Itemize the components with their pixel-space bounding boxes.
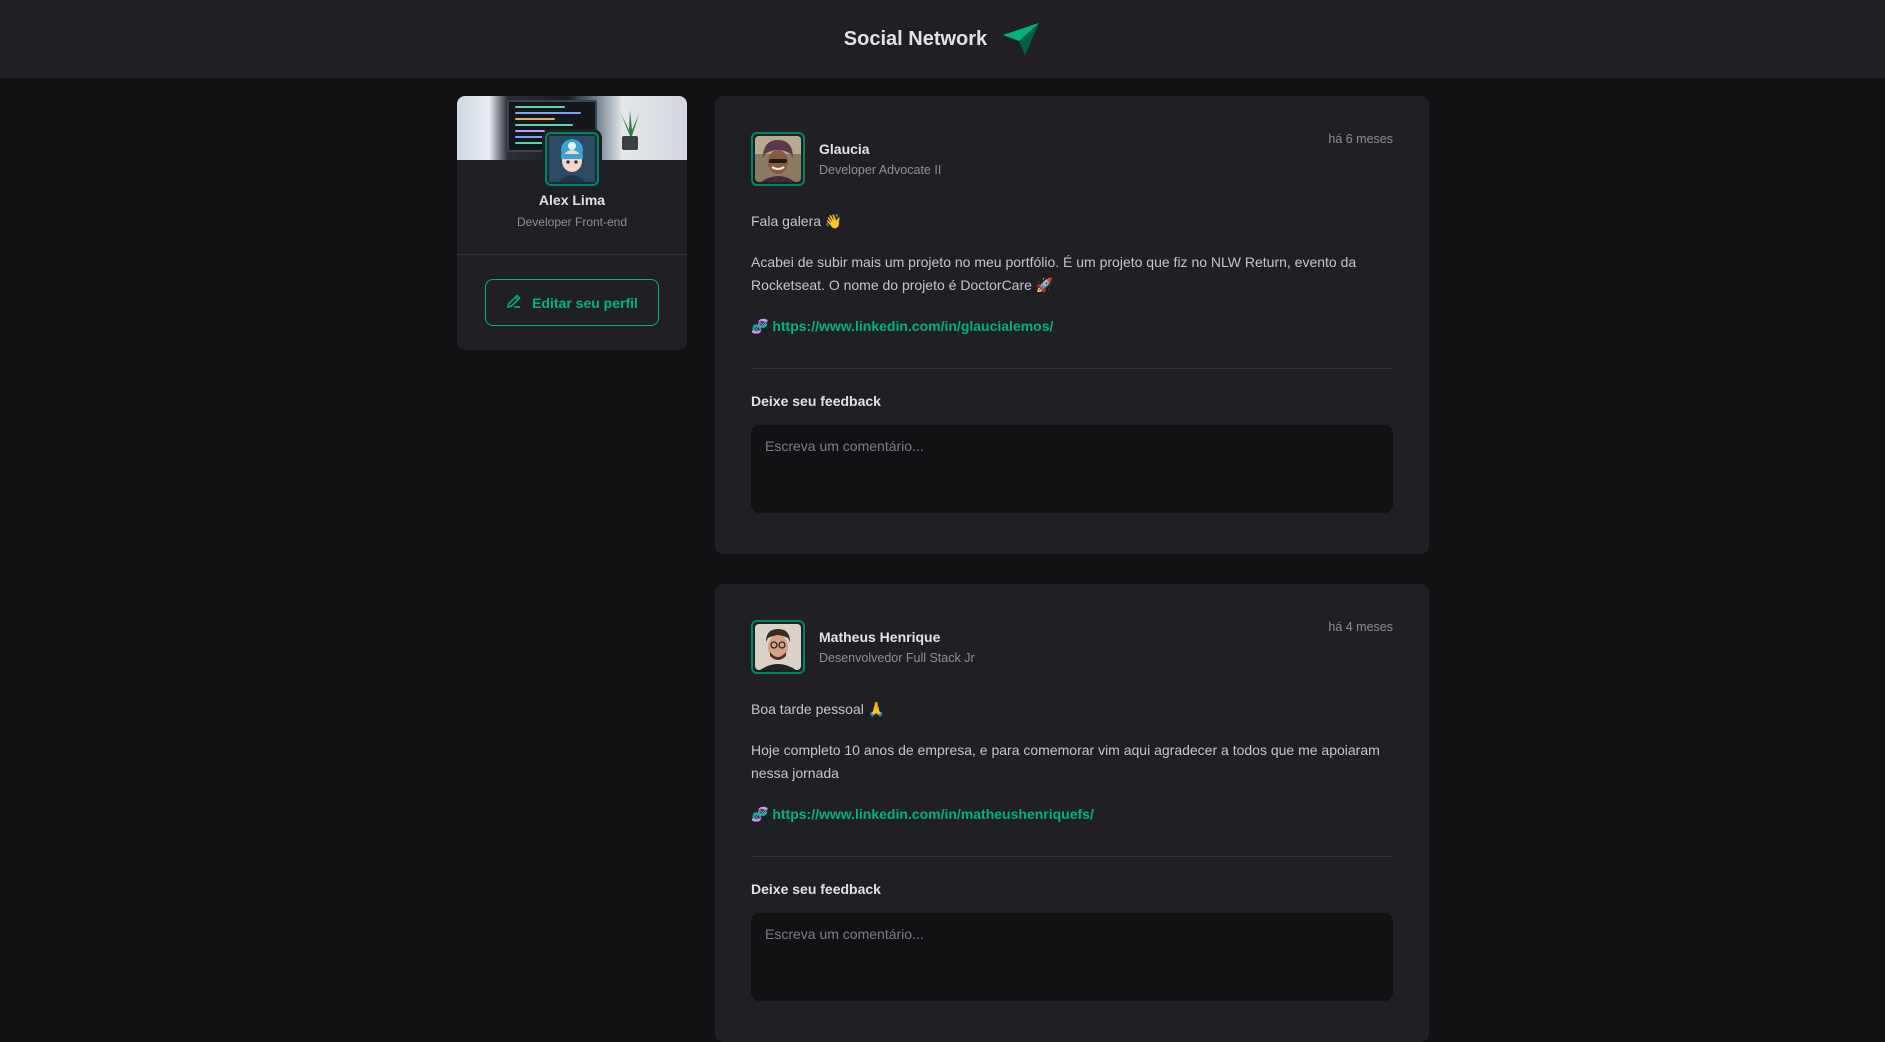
author-avatar[interactable]	[751, 132, 805, 186]
comment-input[interactable]	[751, 913, 1393, 1001]
app-title: Social Network	[843, 27, 988, 50]
top-header: Social Network	[0, 0, 1885, 78]
author-role: Developer Advocate II	[819, 163, 942, 177]
posts-feed: Glaucia Developer Advocate II há 6 meses…	[715, 96, 1429, 1042]
post-link[interactable]: https://www.linkedin.com/in/matheushenri…	[772, 806, 1094, 822]
author-name[interactable]: Matheus Henrique	[819, 627, 975, 647]
author-name[interactable]: Glaucia	[819, 139, 941, 159]
post-greeting: Boa tarde pessoal 🙏	[751, 701, 886, 717]
pencil-icon	[506, 293, 522, 312]
post-link[interactable]: https://www.linkedin.com/in/glaucialemos…	[772, 318, 1053, 334]
profile-role: Developer Front-end	[516, 215, 628, 229]
author-role: Desenvolvedor Full Stack Jr	[819, 651, 975, 665]
post-body: Acabei de subir mais um projeto no meu p…	[751, 254, 1357, 293]
post-content: Fala galera 👋 Acabei de subir mais um pr…	[751, 210, 1393, 338]
feedback-title: Deixe seu feedback	[751, 393, 881, 409]
dna-icon: 🧬	[751, 806, 769, 822]
edit-profile-label: Editar seu perfil	[532, 294, 638, 311]
edit-profile-button[interactable]: Editar seu perfil	[485, 279, 659, 326]
comment-input[interactable]	[751, 425, 1393, 513]
post-link-line: 🧬 https://www.linkedin.com/in/matheushen…	[751, 803, 1393, 826]
post-card: Glaucia Developer Advocate II há 6 meses…	[715, 96, 1429, 554]
post-timestamp: há 6 meses	[1328, 132, 1393, 146]
divider	[751, 368, 1393, 369]
profile-avatar[interactable]	[545, 132, 599, 186]
profile-name: Alex Lima	[538, 192, 606, 208]
profile-cover-image	[457, 96, 687, 186]
post-link-line: 🧬 https://www.linkedin.com/in/glaucialem…	[751, 315, 1393, 338]
feedback-title: Deixe seu feedback	[751, 881, 881, 897]
post-body: Hoje completo 10 anos de empresa, e para…	[751, 742, 1380, 781]
post-timestamp: há 4 meses	[1328, 620, 1393, 634]
dna-icon: 🧬	[751, 318, 769, 334]
post-card: Matheus Henrique Desenvolvedor Full Stac…	[715, 584, 1429, 1042]
author-avatar[interactable]	[751, 620, 805, 674]
post-greeting: Fala galera 👋	[751, 213, 843, 229]
post-content: Boa tarde pessoal 🙏 Hoje completo 10 ano…	[751, 698, 1393, 826]
paper-plane-icon	[1001, 21, 1041, 57]
divider	[751, 856, 1393, 857]
profile-sidebar: Alex Lima Developer Front-end Editar seu…	[457, 96, 687, 350]
